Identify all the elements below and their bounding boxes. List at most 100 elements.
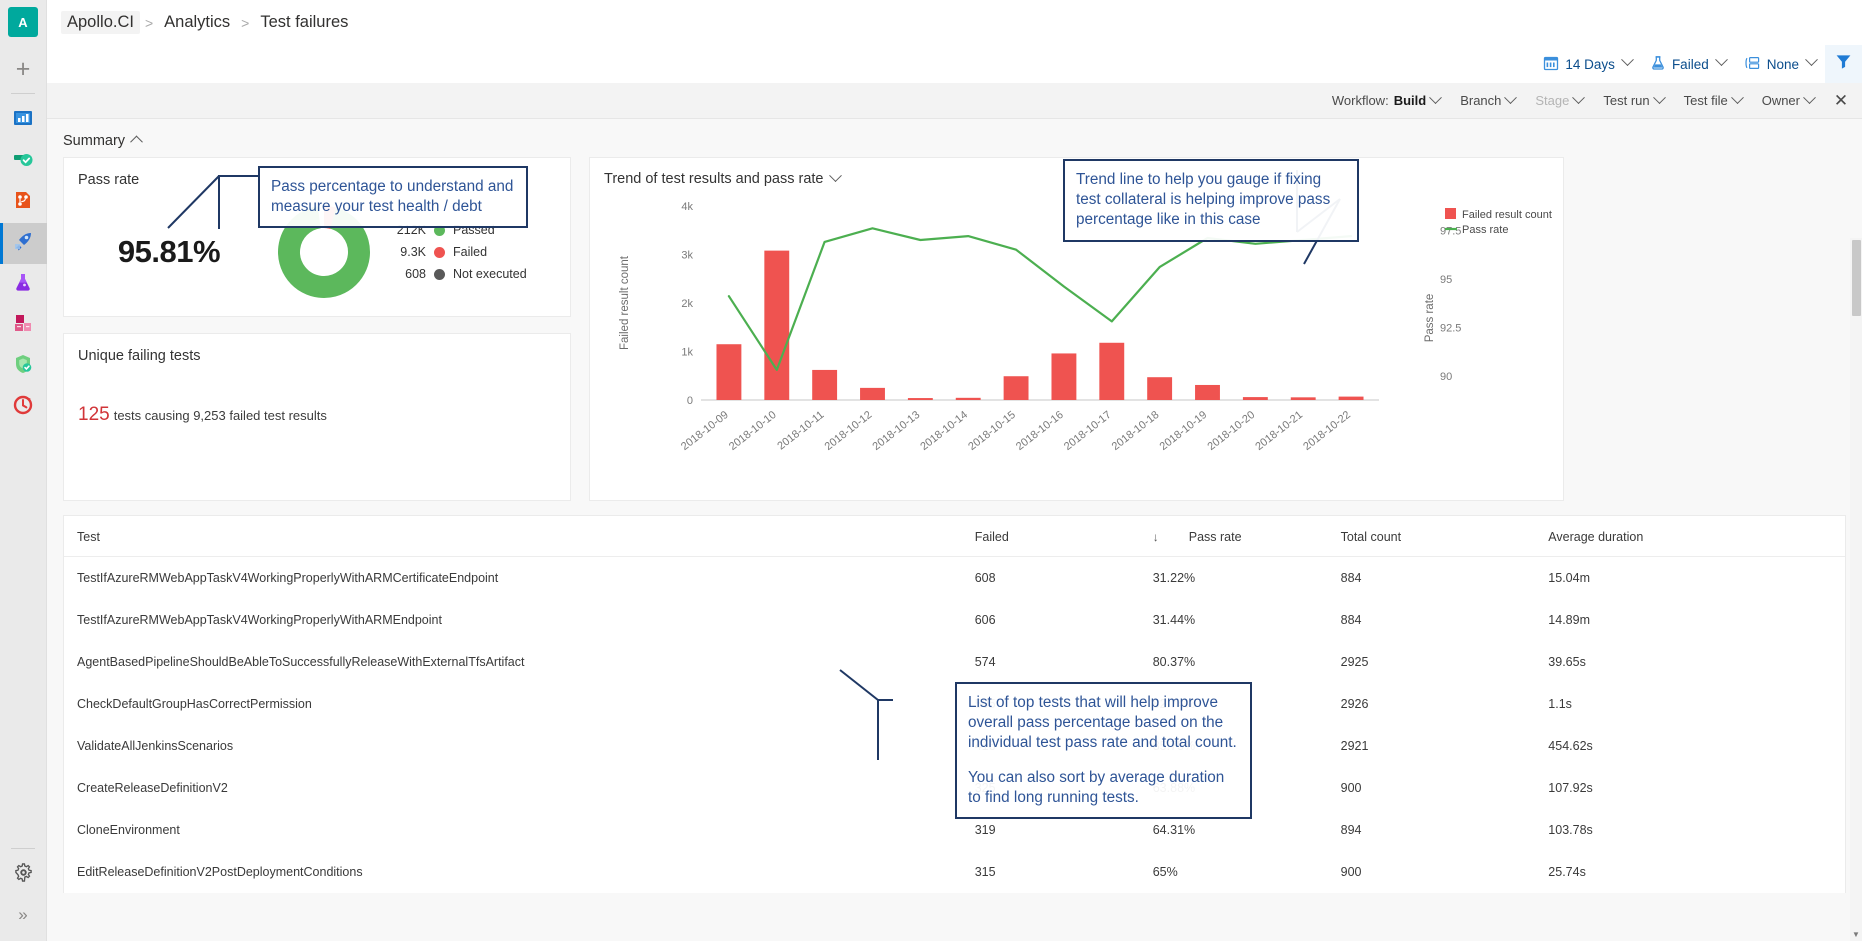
annotation-table: List of top tests that will help improve… [955,682,1252,819]
cell-total-count: 2921 [1341,725,1549,767]
unique-failing-title: Unique failing tests [64,334,570,364]
column-header-test[interactable]: Test [64,516,975,557]
rail-divider-bottom [11,848,35,849]
filter-toggle-button[interactable] [1825,45,1862,83]
chevron-down-icon [1506,93,1515,108]
sidebar-item-pipelines[interactable] [0,223,47,264]
table-row[interactable]: AgentBasedPipelineShouldBeAbleToSuccessf… [64,641,1845,683]
filter-workflow-value: Build [1394,93,1427,108]
cell-failed: 315 [975,851,1153,893]
cell-average-duration: 454.62s [1548,725,1845,767]
chevron-down-icon [1574,93,1583,108]
flask-icon [1650,55,1666,74]
breadcrumb-project[interactable]: Apollo.CI [61,11,140,34]
cell-average-duration: 39.65s [1548,641,1845,683]
trend-chart-title: Trend of test results and pass rate [604,171,824,187]
cell-test: TestIfAzureRMWebAppTaskV4WorkingProperly… [64,599,975,641]
sort-descending-icon: ↓ [1153,530,1159,544]
date-range-value: 14 Days [1565,57,1615,72]
board-check-icon [12,148,34,175]
close-filters-button[interactable]: ✕ [1824,83,1858,119]
filter-bar: Workflow: Build Branch Stage Test run Te… [47,83,1862,119]
cell-test: CloneEnvironment [64,809,975,851]
filter-branch[interactable]: Branch [1450,89,1525,112]
unique-failing-summary: 125tests causing 9,253 failed test resul… [64,364,570,426]
create-new-button[interactable]: + [3,49,43,89]
column-header-total-count[interactable]: Total count [1341,516,1549,557]
svg-text:2018-10-12: 2018-10-12 [823,409,875,453]
chevron-down-icon [1733,93,1742,108]
cell-average-duration: 107.92s [1548,767,1845,809]
svg-text:2018-10-16: 2018-10-16 [1014,409,1066,453]
cell-total-count: 900 [1341,767,1549,809]
filter-stage-label: Stage [1535,93,1569,108]
sidebar-item-repos[interactable] [0,182,47,223]
svg-text:2018-10-20: 2018-10-20 [1206,409,1258,453]
date-range-dropdown[interactable]: 14 Days [1534,49,1641,80]
svg-text:Pass rate: Pass rate [1462,224,1508,236]
table-row[interactable]: TestIfAzureRMWebAppTaskV4WorkingProperly… [64,599,1845,641]
left-rail: A + [0,0,47,941]
sidebar-item-artifacts[interactable] [0,305,47,346]
cell-total-count: 884 [1341,557,1549,600]
cell-total-count: 900 [1341,851,1549,893]
sidebar-item-test-plans[interactable] [0,264,47,305]
cell-pass-rate: 31.44% [1153,599,1341,641]
breadcrumb-section[interactable]: Analytics [158,11,236,34]
outcome-dropdown[interactable]: Failed [1641,49,1735,80]
svg-text:2018-10-10: 2018-10-10 [727,409,779,453]
table-head: Test Failed ↓Pass rate Total count Avera… [64,516,1845,557]
expand-rail-button[interactable]: » [0,895,47,935]
sidebar-item-history[interactable] [0,387,47,428]
annotation-table-p1: List of top tests that will help improve… [968,693,1239,754]
toolbar: 14 Days Failed [47,45,1862,83]
cell-average-duration: 25.74s [1548,851,1845,893]
column-header-average-duration[interactable]: Average duration [1548,516,1845,557]
column-header-failed[interactable]: Failed [975,516,1153,557]
filter-stage[interactable]: Stage [1525,89,1593,112]
breadcrumb: Apollo.CI > Analytics > Test failures [47,0,1862,45]
annotation-trend: Trend line to help you gauge if fixing t… [1063,159,1359,242]
table-header-row: Test Failed ↓Pass rate Total count Avera… [64,516,1845,557]
filter-workflow[interactable]: Workflow: Build [1322,89,1450,112]
vertical-scrollbar[interactable]: ▲ ▼ [1850,238,1862,941]
summary-title: Summary [63,133,125,149]
org-logo[interactable]: A [8,7,38,37]
legend-swatch-failed [434,247,445,258]
cell-failed: 608 [975,557,1153,600]
svg-text:2k: 2k [681,298,693,310]
table-row[interactable]: EditReleaseDefinitionV2PostDeploymentCon… [64,851,1845,893]
shield-check-icon [12,353,34,380]
breadcrumb-page[interactable]: Test failures [254,11,354,34]
filter-test-run[interactable]: Test run [1593,89,1673,112]
scrollbar-thumb[interactable] [1852,240,1861,316]
cell-failed: 606 [975,599,1153,641]
table-row[interactable]: TestIfAzureRMWebAppTaskV4WorkingProperly… [64,557,1845,600]
filter-test-file[interactable]: Test file [1674,89,1752,112]
unique-failing-tests-card: Unique failing tests 125tests causing 9,… [63,333,571,501]
sidebar-item-boards[interactable] [0,141,47,182]
scroll-down-arrow[interactable]: ▼ [1850,928,1862,941]
cell-test: AgentBasedPipelineShouldBeAbleToSuccessf… [64,641,975,683]
filter-owner[interactable]: Owner [1752,89,1824,112]
settings-button[interactable] [0,855,47,895]
cell-test: TestIfAzureRMWebAppTaskV4WorkingProperly… [64,557,975,600]
annotation-pass-rate: Pass percentage to understand and measur… [258,166,528,228]
cell-average-duration: 103.78s [1548,809,1845,851]
rail-bottom-group: » [0,844,46,941]
svg-text:2018-10-13: 2018-10-13 [871,409,923,453]
sidebar-item-overview[interactable] [0,100,47,141]
grouping-dropdown[interactable]: None [1735,49,1825,80]
cell-total-count: 2926 [1341,683,1549,725]
summary-section-header[interactable]: Summary [47,119,1862,157]
sidebar-item-security[interactable] [0,346,47,387]
outcome-value: Failed [1672,57,1709,72]
column-header-pass-rate[interactable]: ↓Pass rate [1153,516,1341,557]
gear-icon [14,863,33,887]
boxes-icon [12,312,34,339]
chevron-down-icon [1655,93,1664,108]
legend-label: Failed [453,245,487,259]
svg-text:90: 90 [1440,371,1452,383]
svg-text:4k: 4k [681,201,693,213]
cell-pass-rate: 80.37% [1153,641,1341,683]
